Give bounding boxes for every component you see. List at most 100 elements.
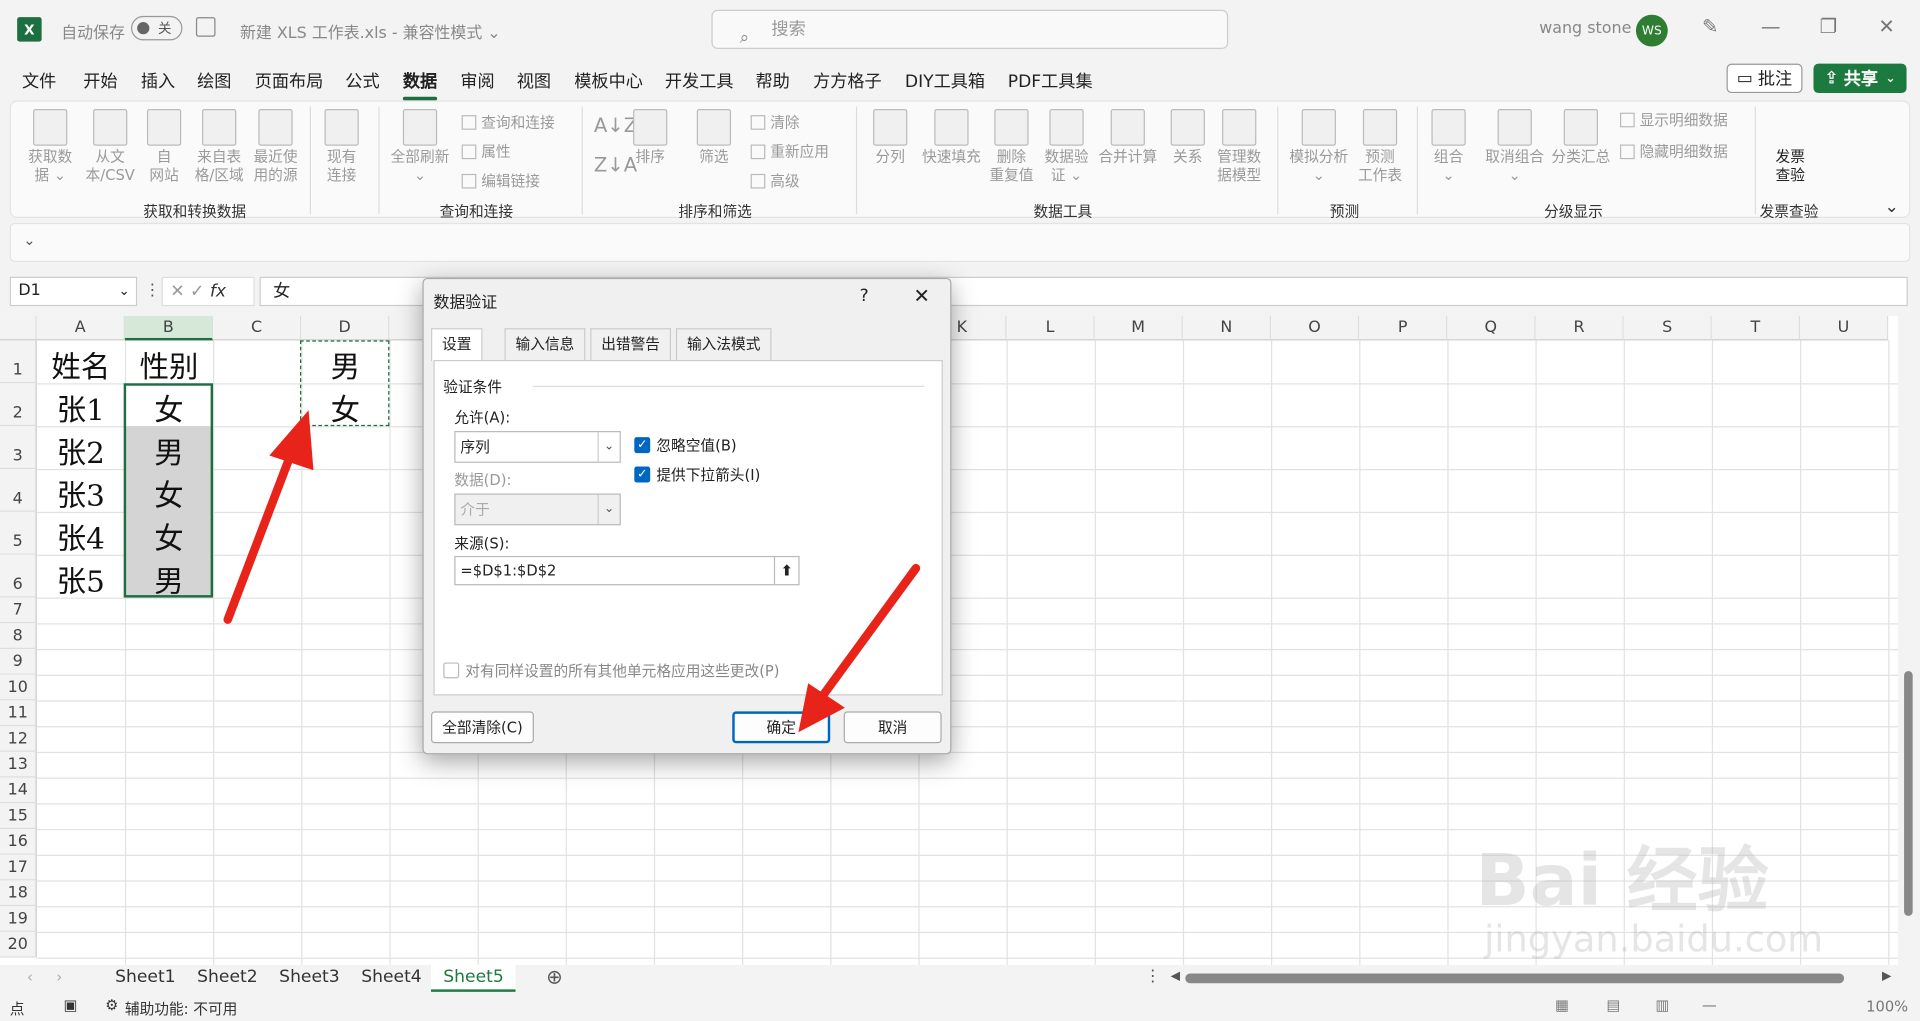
user-name[interactable]: wang stone <box>1539 20 1631 38</box>
row-header-2[interactable]: 2 <box>0 383 37 427</box>
sheet-tab-3[interactable]: Sheet3 <box>267 965 352 989</box>
prev-sheet-icon[interactable]: ‹ <box>27 969 33 986</box>
column-header-B[interactable]: B <box>124 315 214 341</box>
cell-A4[interactable]: 张3 <box>37 471 125 514</box>
cell-B1[interactable]: 性别 <box>125 343 213 386</box>
tab-page-layout[interactable]: 页面布局 <box>255 69 324 93</box>
queries-connections-button[interactable]: 查询和连接 <box>461 111 555 132</box>
tab-help[interactable]: 帮助 <box>756 69 790 93</box>
row-header-5[interactable]: 5 <box>0 511 37 555</box>
collapse-dialog-icon[interactable]: ⬆ <box>773 557 798 585</box>
cell-B4[interactable]: 女 <box>125 471 213 514</box>
invoice-check-button[interactable]: 发票 查验 <box>1762 148 1818 185</box>
tab-review[interactable]: 审阅 <box>460 69 494 93</box>
tab-ime-mode[interactable]: 输入法模式 <box>675 328 772 361</box>
row-header-20[interactable]: 20 <box>0 931 37 958</box>
cancel-button[interactable]: 取消 <box>843 711 942 744</box>
row-header-17[interactable]: 17 <box>0 854 37 881</box>
horizontal-scroll-thumb[interactable] <box>1185 973 1845 984</box>
dropdown-arrow-checkbox[interactable]: ✓ 提供下拉箭头(I) <box>634 464 760 485</box>
name-box[interactable]: D1 ⌄ <box>9 276 138 307</box>
zoom-out-icon[interactable]: — <box>1702 997 1717 1014</box>
row-header-6[interactable]: 6 <box>0 554 37 598</box>
more-icon[interactable]: ⋮ <box>1145 967 1161 985</box>
column-header-N[interactable]: N <box>1182 315 1272 341</box>
column-header-S[interactable]: S <box>1623 315 1712 341</box>
column-header-A[interactable]: A <box>36 315 125 341</box>
close-icon[interactable]: ✕ <box>1878 15 1894 38</box>
properties-button[interactable]: 属性 <box>461 141 511 162</box>
cell-A3[interactable]: 张2 <box>37 429 125 472</box>
tab-settings[interactable]: 设置 <box>431 328 483 362</box>
from-table-button[interactable]: 来自表 格/区域 <box>192 108 246 185</box>
sheet-tab-1[interactable]: Sheet1 <box>103 965 188 989</box>
column-header-R[interactable]: R <box>1535 315 1624 341</box>
cell-B5[interactable]: 女 <box>125 514 213 557</box>
column-header-Q[interactable]: Q <box>1447 315 1536 341</box>
flash-fill-button[interactable]: 快速填充 <box>917 108 986 167</box>
cell-D2[interactable]: 女 <box>301 386 389 429</box>
select-all-corner[interactable] <box>0 315 37 341</box>
show-detail-button[interactable]: 显示明细数据 <box>1620 109 1728 130</box>
column-header-C[interactable]: C <box>213 315 302 341</box>
page-break-icon[interactable]: ▥ <box>1656 997 1670 1014</box>
column-header-P[interactable]: P <box>1359 315 1448 341</box>
pen-icon[interactable]: ✎ <box>1702 15 1718 38</box>
minimize-icon[interactable]: — <box>1761 15 1781 38</box>
enter-icon[interactable]: ✓ <box>190 282 204 302</box>
tab-formulas[interactable]: 公式 <box>345 69 379 93</box>
relationships-button[interactable]: 关系 <box>1167 108 1209 167</box>
column-header-D[interactable]: D <box>301 315 390 341</box>
cell-A1[interactable]: 姓名 <box>37 343 125 386</box>
row-header-10[interactable]: 10 <box>0 674 37 701</box>
column-header-L[interactable]: L <box>1006 315 1095 341</box>
clear-all-button[interactable]: 全部清除(C) <box>431 711 534 744</box>
scroll-right-icon[interactable]: ▶ <box>1882 970 1891 983</box>
data-model-button[interactable]: 管理数 据模型 <box>1211 108 1267 185</box>
edit-links-button[interactable]: 编辑链接 <box>461 170 540 191</box>
tab-fangfangezi[interactable]: 方方格子 <box>813 69 882 93</box>
cell-B3[interactable]: 男 <box>125 429 213 472</box>
column-header-M[interactable]: M <box>1094 315 1183 341</box>
sheet-tab-5[interactable]: Sheet5 <box>431 964 516 992</box>
remove-duplicates-button[interactable]: 删除 重复值 <box>986 108 1037 185</box>
source-input[interactable]: =$D$1:$D$2 ⬆ <box>454 555 800 586</box>
sheet-tab-4[interactable]: Sheet4 <box>349 965 434 989</box>
cell-A6[interactable]: 张5 <box>37 557 125 600</box>
accessibility-status[interactable]: 辅助功能: 不可用 <box>125 998 237 1019</box>
existing-connections-button[interactable]: 现有 连接 <box>315 108 369 185</box>
row-header-15[interactable]: 15 <box>0 803 37 829</box>
tab-insert[interactable]: 插入 <box>141 69 175 93</box>
row-header-7[interactable]: 7 <box>0 597 37 624</box>
row-header-1[interactable]: 1 <box>0 340 37 384</box>
consolidate-button[interactable]: 合并计算 <box>1093 108 1162 167</box>
tab-view[interactable]: 视图 <box>517 69 551 93</box>
normal-view-icon[interactable]: ▦ <box>1555 997 1569 1014</box>
advanced-filter-button[interactable]: 高级 <box>750 170 800 191</box>
next-sheet-icon[interactable]: › <box>56 969 62 986</box>
zoom-level[interactable]: 100% <box>1866 998 1908 1015</box>
from-web-button[interactable]: 自 网站 <box>143 108 185 185</box>
vertical-scroll-thumb[interactable] <box>1904 671 1913 916</box>
what-if-button[interactable]: 模拟分析 ⌄ <box>1285 108 1354 185</box>
tab-file[interactable]: 文件 <box>22 69 56 93</box>
tab-pdf-tools[interactable]: PDF工具集 <box>1008 69 1093 93</box>
column-header-T[interactable]: T <box>1711 315 1801 341</box>
ungroup-button[interactable]: 取消组合 ⌄ <box>1480 108 1549 185</box>
row-header-18[interactable]: 18 <box>0 880 37 907</box>
search-input[interactable]: ⌕ 搜索 <box>711 9 1229 49</box>
customize-qat-icon[interactable]: ⌄ <box>23 231 35 248</box>
restore-icon[interactable]: ❐ <box>1820 15 1838 38</box>
refresh-all-button[interactable]: 全部刷新 ⌄ <box>386 108 455 185</box>
sort-button[interactable]: 排序 <box>628 108 672 167</box>
ribbon-collapse-icon[interactable]: ⌄ <box>1885 197 1899 217</box>
close-icon[interactable]: ✕ <box>913 284 929 307</box>
row-header-14[interactable]: 14 <box>0 777 37 804</box>
text-to-columns-button[interactable]: 分列 <box>866 108 915 167</box>
row-header-11[interactable]: 11 <box>0 700 37 727</box>
group-button[interactable]: 组合 ⌄ <box>1427 108 1471 185</box>
ok-button[interactable]: 确定 <box>732 711 831 744</box>
allow-select[interactable]: 序列 ⌄ <box>454 431 621 463</box>
tab-developer[interactable]: 开发工具 <box>665 69 734 93</box>
tab-home[interactable]: 开始 <box>83 69 117 93</box>
